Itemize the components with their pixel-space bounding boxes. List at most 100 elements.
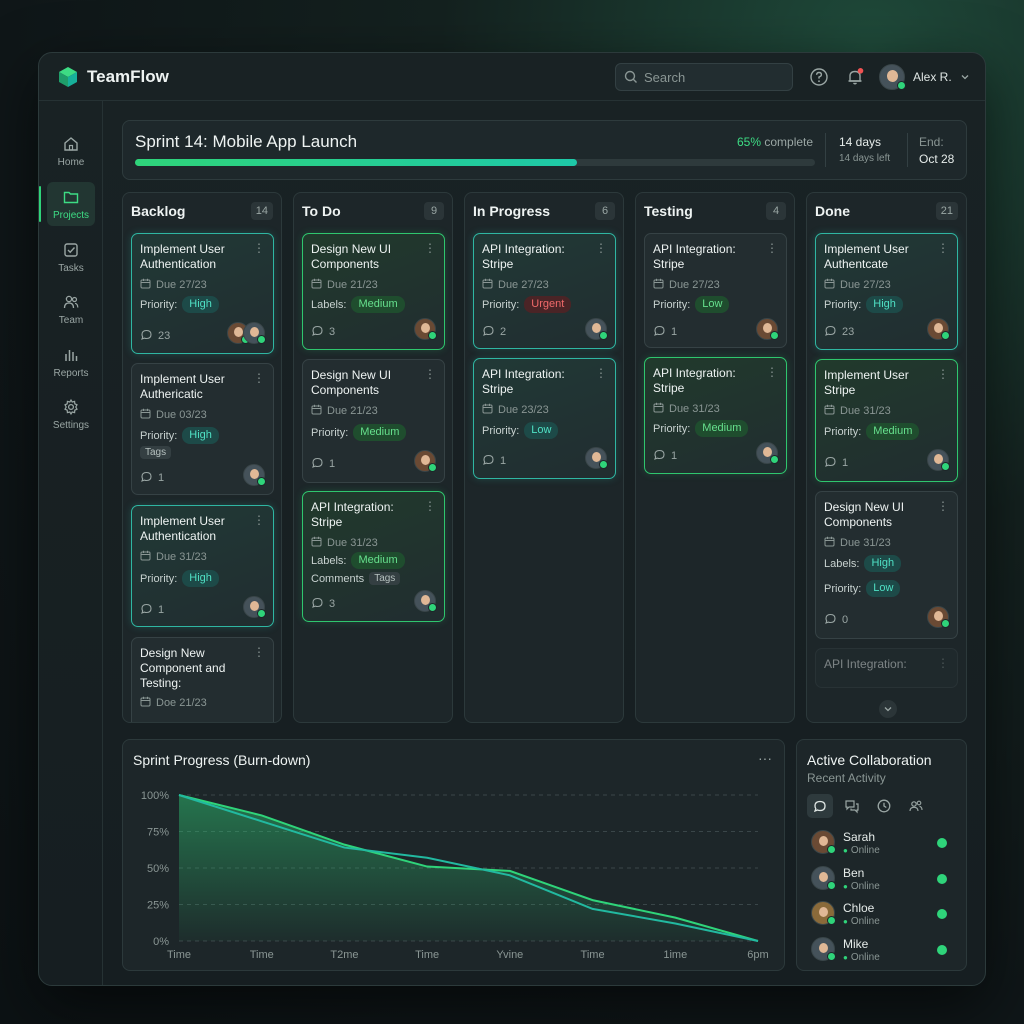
- calendar-icon: [311, 278, 322, 292]
- more-vertical-icon[interactable]: ⋮: [253, 645, 265, 659]
- users-icon: [909, 800, 923, 812]
- user-avatar: [879, 64, 906, 90]
- card-title: Implement User Authentication: [140, 514, 225, 543]
- task-card[interactable]: Design New Component and Testing: ⋮ Doe …: [131, 637, 274, 722]
- tag-chip[interactable]: Tags: [369, 572, 401, 585]
- help-icon[interactable]: [809, 67, 829, 87]
- avatar: [414, 450, 437, 472]
- x-tick-label: Time: [581, 949, 605, 961]
- more-vertical-icon[interactable]: ⋮: [424, 367, 436, 381]
- priority-badge: Low: [695, 296, 730, 313]
- user-name: Alex R.: [913, 70, 952, 84]
- more-vertical-icon[interactable]: ⋮: [595, 241, 607, 255]
- collaborator-row[interactable]: Mike Online: [811, 935, 951, 965]
- sidebar-item-team[interactable]: Team: [47, 287, 95, 331]
- task-card[interactable]: Design New UI Components ⋮ Due 31/23 Lab…: [815, 491, 958, 639]
- sidebar-item-tasks[interactable]: Tasks: [47, 235, 95, 279]
- task-card[interactable]: API Integration: Stripe ⋮ Due 31/23 Prio…: [644, 357, 787, 474]
- calendar-icon: [824, 278, 835, 292]
- card-comments: 1: [824, 455, 848, 471]
- sidebar-item-label: Home: [57, 156, 85, 168]
- sidebar-item-label: Reports: [53, 367, 89, 379]
- tab-people[interactable]: [903, 794, 929, 818]
- search-icon: [624, 70, 637, 83]
- task-card[interactable]: Design New UI Components ⋮ Due 21/23 Pri…: [302, 359, 445, 483]
- sidebar-item-home[interactable]: Home: [47, 129, 95, 173]
- sidebar-item-label: Tasks: [58, 262, 84, 274]
- search-box[interactable]: [615, 63, 793, 91]
- sidebar-item-projects[interactable]: Projects: [39, 182, 95, 226]
- column-title: Testing: [644, 203, 693, 219]
- sidebar-item-reports[interactable]: Reports: [47, 340, 95, 384]
- more-vertical-icon[interactable]: ⋮: [424, 241, 436, 255]
- sidebar-item-settings[interactable]: Settings: [47, 392, 95, 436]
- more-vertical-icon[interactable]: ⋮: [424, 499, 436, 513]
- comment-icon: [482, 324, 495, 340]
- card-title: API Integration: Stripe: [653, 242, 736, 271]
- collaborator-name: Mike: [843, 937, 869, 951]
- more-vertical-icon[interactable]: ⋮: [253, 371, 265, 385]
- more-vertical-icon[interactable]: ⋮: [253, 241, 265, 255]
- task-card[interactable]: API Integration: Stripe ⋮ Due 27/23 Prio…: [644, 233, 787, 348]
- clock-icon: [877, 799, 891, 813]
- task-card[interactable]: API Integration: Stripe ⋮ Due 31/23 Labe…: [302, 491, 445, 622]
- notification-bell-icon[interactable]: [845, 67, 865, 87]
- scroll-down-button[interactable]: [879, 700, 897, 718]
- more-vertical-icon[interactable]: ⋮: [937, 367, 949, 381]
- task-card[interactable]: API Integration: Stripe ⋮ Due 23/23 Prio…: [473, 358, 616, 479]
- column-count: 9: [424, 202, 444, 220]
- task-card[interactable]: Implement User Authentication ⋮ Due 31/2…: [131, 505, 274, 627]
- task-card[interactable]: Implement User Stripe ⋮ Due 31/23 Priori…: [815, 359, 958, 482]
- calendar-icon: [482, 278, 493, 292]
- more-vertical-icon[interactable]: ⋮: [937, 656, 949, 670]
- priority-badge: Medium: [695, 420, 749, 437]
- card-title: Implement User Stripe: [824, 368, 909, 397]
- task-card[interactable]: API Integration: ⋮: [815, 648, 958, 688]
- tab-chat[interactable]: [807, 794, 833, 818]
- collaborator-row[interactable]: Chloe Online: [811, 899, 951, 929]
- priority-badge: Medium: [866, 423, 920, 440]
- tab-comments[interactable]: [839, 794, 865, 818]
- card-due: Doe 21/23: [140, 696, 207, 710]
- collaborator-row[interactable]: Ben Online: [811, 864, 951, 894]
- card-title: Implement User Authentcate: [824, 242, 909, 271]
- calendar-icon: [140, 550, 151, 564]
- task-card[interactable]: Implement User Authentcate ⋮ Due 27/23 P…: [815, 233, 958, 350]
- more-vertical-icon[interactable]: ⋮: [766, 241, 778, 255]
- user-menu[interactable]: Alex R.: [879, 64, 970, 90]
- more-vertical-icon[interactable]: ⋮: [595, 366, 607, 380]
- task-card[interactable]: Implement User Authericatic ⋮ Due 03/23 …: [131, 363, 274, 495]
- collaborator-row[interactable]: Sarah Online: [811, 828, 951, 858]
- avatar: [811, 937, 836, 961]
- card-comments: 23: [140, 328, 170, 344]
- card-due: Due 27/23: [482, 278, 549, 292]
- comment-icon: [653, 324, 666, 340]
- task-card[interactable]: API Integration: Stripe ⋮ Due 27/23 Prio…: [473, 233, 616, 349]
- task-card[interactable]: Implement User Authentication ⋮ Due 27/2…: [131, 233, 274, 354]
- card-due: Due 27/23: [140, 278, 207, 292]
- avatar: [811, 830, 836, 854]
- tab-history[interactable]: [871, 794, 897, 818]
- card-tags: Comments Tags: [311, 572, 401, 585]
- card-comments: 3: [311, 324, 335, 340]
- avatar: [927, 449, 950, 471]
- column-title: Done: [815, 203, 850, 219]
- more-vertical-icon[interactable]: ⋮: [766, 365, 778, 379]
- search-input[interactable]: [644, 69, 784, 85]
- more-vertical-icon[interactable]: ⋮: [253, 513, 265, 527]
- card-due: Due 27/23: [653, 278, 720, 292]
- label-badge: High: [864, 555, 902, 572]
- calendar-icon: [311, 536, 322, 550]
- card-title: API Integration: Stripe: [482, 367, 565, 396]
- more-vertical-icon[interactable]: ⋮: [937, 499, 949, 513]
- column-count: 21: [935, 202, 958, 220]
- card-due: Due 21/23: [311, 404, 378, 418]
- sprint-title: Sprint 14: Mobile App Launch: [135, 132, 358, 151]
- calendar-icon: [482, 403, 493, 417]
- x-tick-label: Yvine: [496, 949, 523, 961]
- card-due: Due 23/23: [482, 403, 549, 417]
- tag-chip[interactable]: Tags: [140, 446, 172, 459]
- card-priority: Priority: Medium: [311, 424, 407, 441]
- task-card[interactable]: Design New UI Components ⋮ Due 21/23 Lab…: [302, 233, 445, 350]
- more-vertical-icon[interactable]: ⋮: [937, 241, 949, 255]
